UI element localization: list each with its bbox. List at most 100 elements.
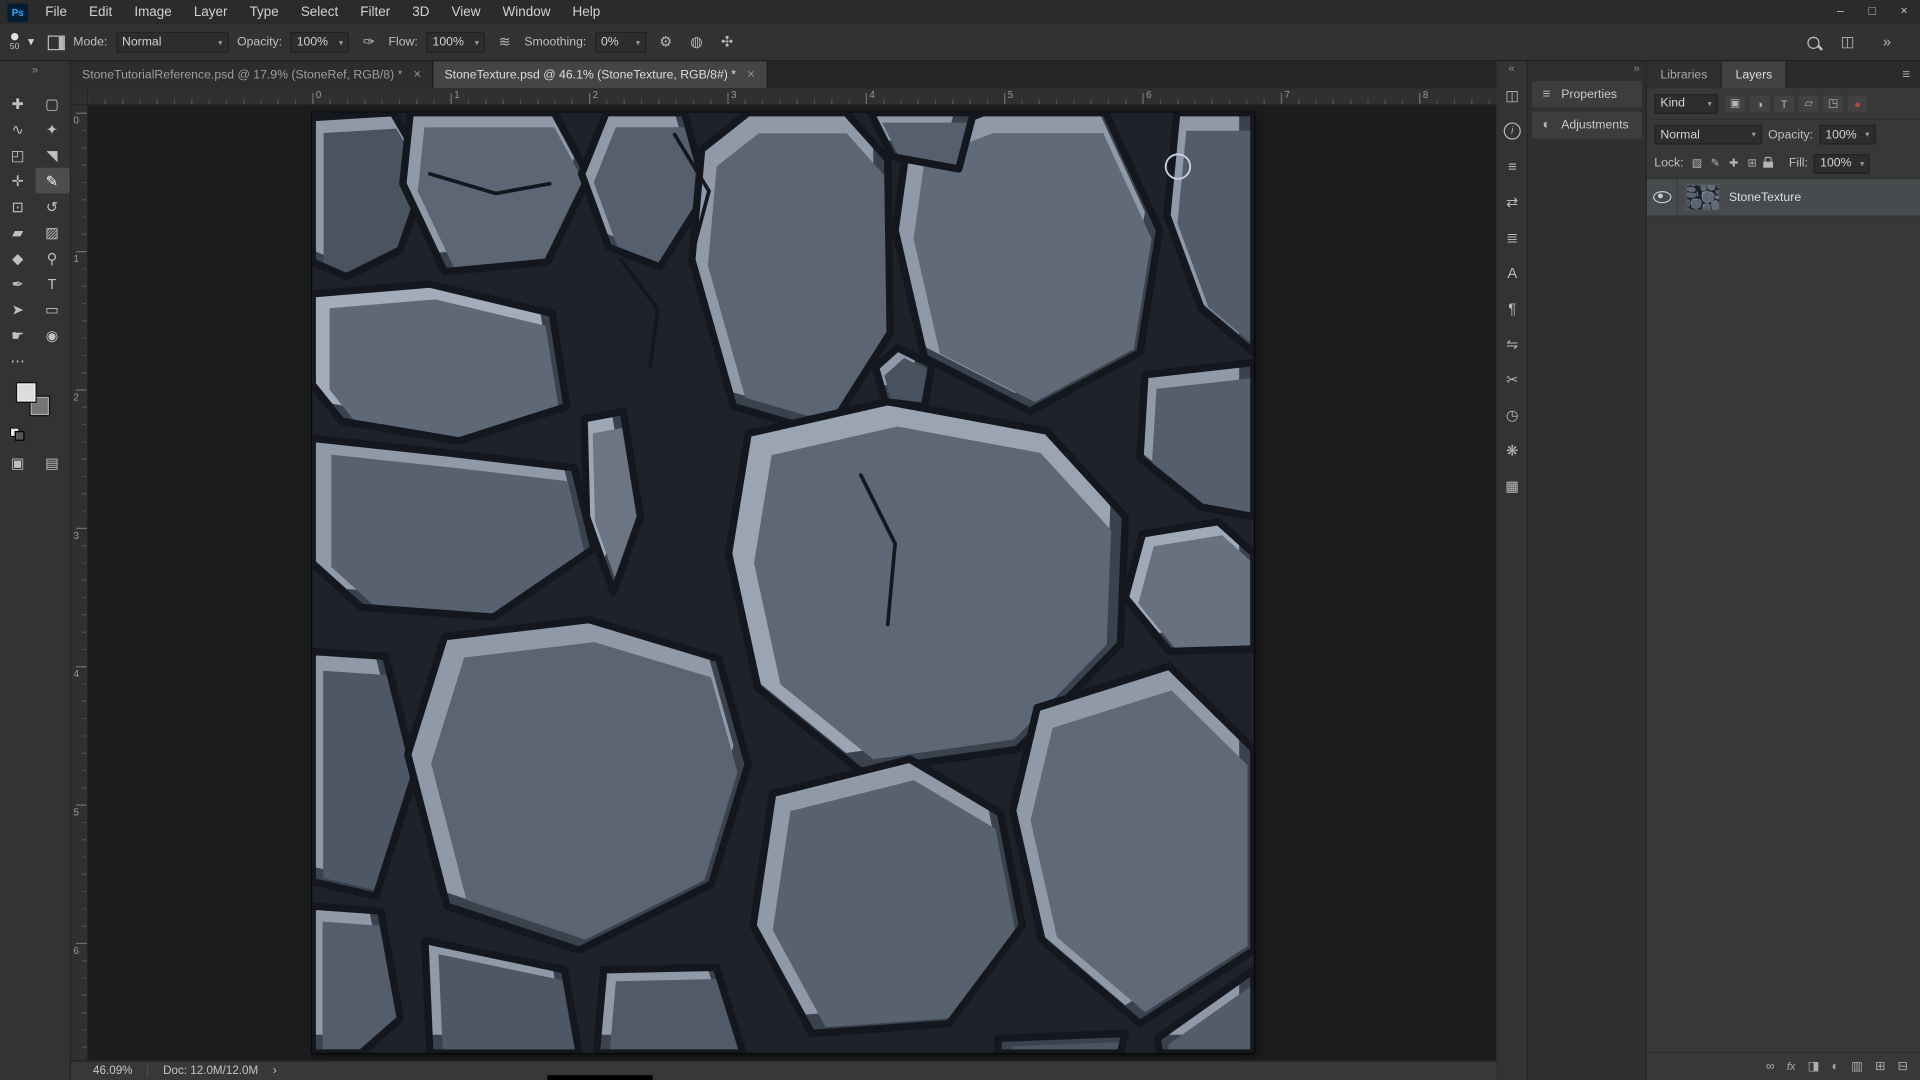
link-layers-icon[interactable]: ∞ [1766, 1060, 1775, 1073]
pen-tool[interactable]: ✒ [1, 271, 35, 297]
menu-file[interactable]: File [34, 0, 78, 24]
vertical-ruler[interactable]: 0 1 2 3 4 5 6 [71, 105, 89, 1061]
new-group-icon[interactable]: ▥ [1851, 1060, 1863, 1073]
menu-3d[interactable]: 3D [401, 0, 440, 24]
tool-presets-panel-icon[interactable]: ✂ [1496, 361, 1528, 397]
rectangle-tool[interactable]: ▭ [35, 296, 69, 322]
filter-pixel-layers-icon[interactable]: ▣ [1724, 93, 1747, 114]
close-tab-icon[interactable]: × [413, 67, 421, 82]
eraser-tool[interactable]: ▰ [1, 219, 35, 245]
menu-help[interactable]: Help [561, 0, 611, 24]
layer-blend-mode-dropdown[interactable]: Normal ▾ [1654, 124, 1763, 145]
smoothing-gear-icon[interactable]: ⚙ [655, 32, 677, 53]
path-selection-tool[interactable]: ➤ [1, 296, 35, 322]
menu-filter[interactable]: Filter [349, 0, 401, 24]
menu-select[interactable]: Select [290, 0, 349, 24]
lock-all-icon[interactable] [1763, 156, 1773, 168]
toggle-brush-settings-icon[interactable] [47, 34, 65, 50]
ruler-origin-corner[interactable] [71, 88, 89, 106]
move-tool[interactable]: ✚ [1, 91, 35, 117]
new-adjustment-layer-icon[interactable]: ◐ [1831, 1060, 1838, 1073]
close-button[interactable]: × [1888, 0, 1920, 24]
eyedropper-tool[interactable]: ◥ [35, 142, 69, 168]
zoom-level[interactable]: 46.09% [93, 1064, 132, 1077]
layer-visibility-toggle[interactable] [1647, 178, 1678, 216]
character-panel-icon[interactable]: A [1496, 255, 1528, 291]
gradient-tool[interactable]: ▨ [35, 219, 69, 245]
panel-button-properties[interactable]: ≡ Properties [1531, 80, 1643, 108]
healing-brush-tool[interactable]: ✛ [1, 168, 35, 194]
document-tab-stonetexture[interactable]: StoneTexture.psd @ 46.1% (StoneTexture, … [433, 61, 768, 89]
crop-tool[interactable]: ◰ [1, 142, 35, 168]
filter-shape-layers-icon[interactable]: ▱ [1797, 93, 1820, 114]
lock-paint-icon[interactable]: ✎ [1708, 157, 1723, 170]
pressure-size-icon[interactable]: ◍ [685, 32, 707, 53]
tab-layers[interactable]: Layers [1722, 61, 1787, 89]
foreground-color-swatch[interactable] [15, 382, 37, 403]
lock-artboard-icon[interactable]: ⊞ [1745, 157, 1760, 170]
hand-tool[interactable]: ☛ [1, 322, 35, 348]
dock-chevron-icon[interactable]: » [1876, 32, 1898, 53]
layer-row-stonetexture[interactable]: StoneTexture [1646, 178, 1920, 217]
lasso-tool[interactable]: ∿ [1, 116, 35, 142]
layer-fill-dropdown[interactable]: 100% ▾ [1814, 153, 1871, 174]
menu-window[interactable]: Window [492, 0, 562, 24]
kind-filter-dropdown[interactable]: Kind ▾ [1654, 93, 1718, 114]
history-brush-tool[interactable]: ↺ [35, 193, 69, 219]
menu-edit[interactable]: Edit [78, 0, 123, 24]
timeline-panel-icon[interactable]: ◷ [1496, 397, 1528, 433]
blur-tool[interactable]: ◆ [1, 245, 35, 271]
menu-view[interactable]: View [441, 0, 492, 24]
canvas[interactable] [312, 112, 1254, 1054]
info-panel-icon[interactable]: i [1496, 113, 1528, 149]
tab-libraries[interactable]: Libraries [1646, 61, 1723, 89]
histogram-panel-icon[interactable]: ≣ [1496, 219, 1528, 255]
screen-mode[interactable]: ▤ [35, 449, 69, 475]
zoom-tool[interactable]: ◉ [35, 322, 69, 348]
lock-transparency-icon[interactable]: ▨ [1690, 157, 1705, 170]
add-layer-mask-icon[interactable]: ◨ [1808, 1060, 1820, 1073]
paragraph-panel-icon[interactable]: ¶ [1496, 290, 1528, 326]
restore-button[interactable]: □ [1856, 0, 1888, 24]
airbrush-icon[interactable]: ≋ [494, 32, 516, 53]
brush-preset-picker[interactable]: 50 ▾ [10, 32, 39, 53]
filter-toggle-icon[interactable]: ● [1846, 93, 1869, 114]
collapse-dock-icon[interactable]: » [1528, 61, 1646, 77]
patterns-panel-icon[interactable]: ▦ [1496, 468, 1528, 504]
brushes-panel-icon[interactable]: ❋ [1496, 432, 1528, 468]
quick-mask-mode[interactable]: ▣ [1, 449, 35, 475]
close-tab-icon[interactable]: × [747, 67, 755, 82]
layer-opacity-dropdown[interactable]: 100% ▾ [1819, 124, 1876, 145]
history-panel-icon[interactable]: ◫ [1496, 77, 1528, 113]
opacity-dropdown[interactable]: 100% ▾ [290, 31, 350, 53]
workspace-switcher-icon[interactable]: ◫ [1837, 32, 1859, 53]
brush-tool[interactable]: ✎ [34, 167, 70, 194]
paint-symmetry-icon[interactable]: ✣ [716, 32, 738, 53]
lock-position-icon[interactable]: ✚ [1726, 157, 1741, 170]
quick-selection-tool[interactable]: ✦ [35, 116, 69, 142]
menu-type[interactable]: Type [239, 0, 290, 24]
blend-mode-dropdown[interactable]: Normal ▾ [115, 31, 229, 53]
horizontal-ruler[interactable]: 0 1 2 3 4 5 6 7 8 [88, 88, 1497, 106]
pressure-opacity-icon[interactable]: ✑ [358, 32, 380, 53]
filter-smart-objects-icon[interactable]: ◳ [1822, 93, 1845, 114]
edit-toolbar[interactable]: ⋯ [1, 348, 35, 374]
panel-menu-icon[interactable]: ≡ [1893, 61, 1920, 88]
delete-layer-icon[interactable]: ⊟ [1897, 1060, 1907, 1073]
expand-dock-icon[interactable]: « [1496, 61, 1527, 77]
type-tool[interactable]: T [35, 271, 69, 297]
toolbar-collapse-icon[interactable]: » [0, 61, 70, 78]
search-icon[interactable] [1807, 36, 1820, 49]
glyphs-panel-icon[interactable]: ⇋ [1496, 326, 1528, 362]
layer-thumbnail[interactable] [1686, 183, 1721, 211]
document-tab-stonetutorialreference[interactable]: StoneTutorialReference.psd @ 17.9% (Ston… [71, 61, 434, 89]
filter-adjustment-layers-icon[interactable]: ◑ [1748, 93, 1771, 114]
smoothing-dropdown[interactable]: 0% ▾ [594, 31, 647, 53]
color-panel-icon[interactable]: ⇄ [1496, 184, 1528, 220]
filter-type-layers-icon[interactable]: T [1773, 93, 1796, 114]
minimize-button[interactable]: – [1824, 0, 1856, 24]
clone-stamp-tool[interactable]: ⊡ [1, 193, 35, 219]
properties-strip-panel-icon[interactable]: ≡ [1496, 148, 1528, 184]
status-chevron-icon[interactable]: › [273, 1064, 277, 1077]
panel-button-adjustments[interactable]: ◐ Adjustments [1531, 111, 1643, 139]
